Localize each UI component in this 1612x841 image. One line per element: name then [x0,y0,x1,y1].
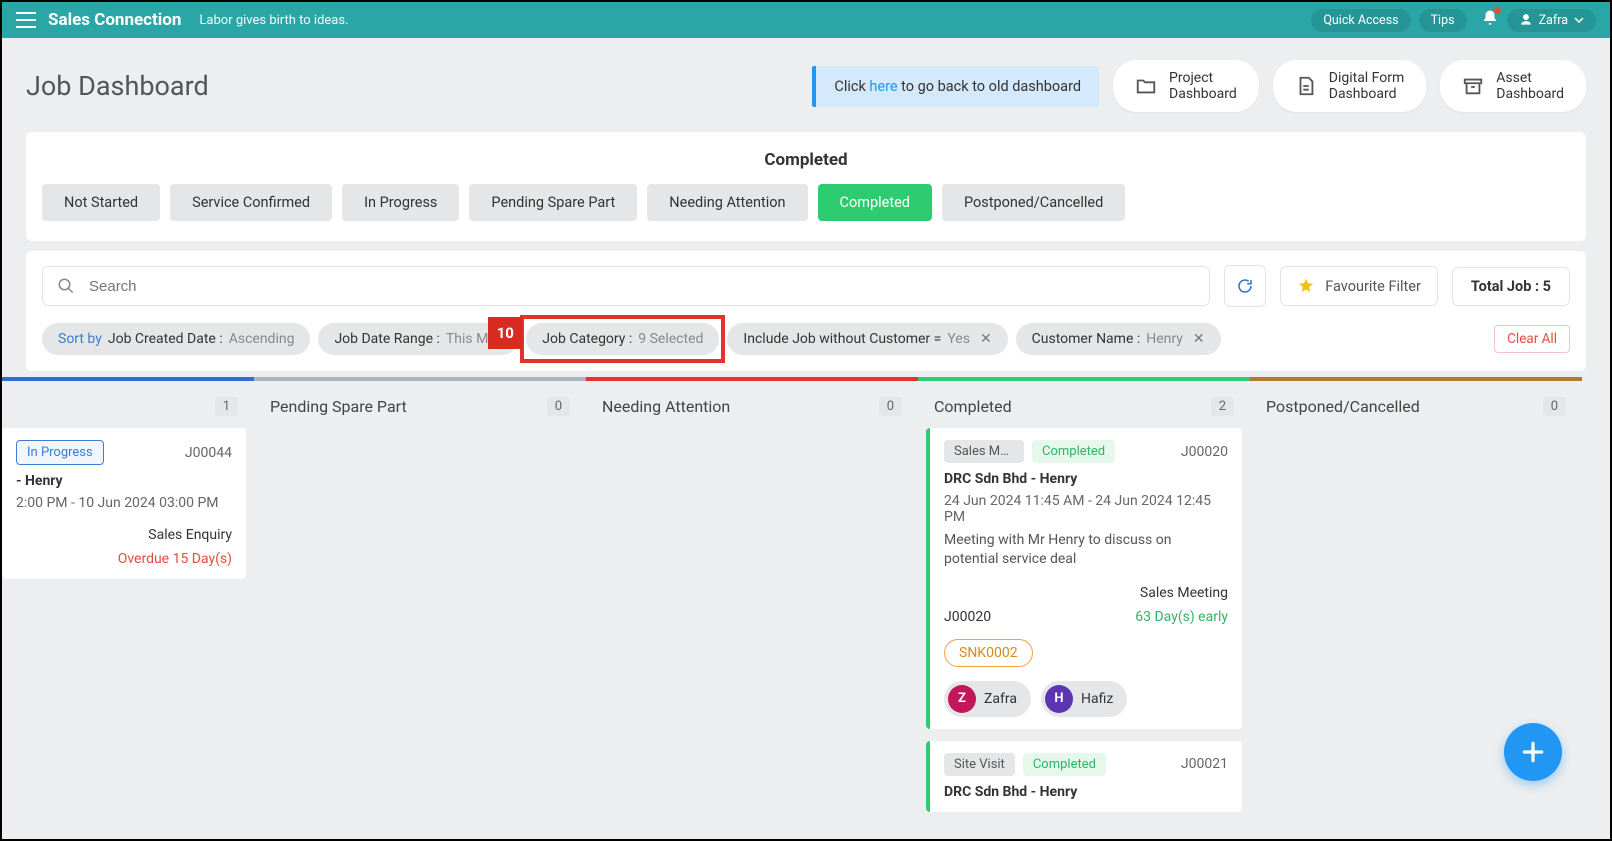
remove-chip-icon[interactable]: ✕ [980,331,992,347]
refresh-icon [1236,277,1254,295]
asset-dashboard-button[interactable]: AssetDashboard [1440,60,1586,112]
document-icon [1295,75,1317,97]
tips-button[interactable]: Tips [1419,9,1467,32]
search-box[interactable] [42,266,1210,306]
here-link[interactable]: here [869,78,897,95]
job-datetime: 24 Jun 2024 11:45 AM - 24 Jun 2024 12:45… [944,493,1228,525]
job-company: DRC Sdn Bhd - Henry [944,784,1228,800]
status-panel: Completed Not Started Service Confirmed In… [26,132,1586,241]
search-input[interactable] [89,278,1195,295]
plus-icon [1520,739,1546,765]
panel-title: Completed [42,150,1570,170]
job-company: - Henry [16,473,232,489]
project-dashboard-button[interactable]: ProjectDashboard [1113,60,1259,112]
job-category-chip[interactable]: Job Category : 9 Selected [526,323,719,355]
brand-title[interactable]: Sales Connection [48,10,181,30]
assignee-chip[interactable]: HHafiz [1041,681,1127,717]
column-title: Needing Attention [602,397,730,416]
user-name: Zafra [1539,13,1568,28]
search-icon [57,277,75,295]
star-icon [1297,277,1315,295]
category-badge: Sales Me… [944,440,1024,463]
status-tabs: Not Started Service Confirmed In Progress P… [42,184,1570,221]
tab-not-started[interactable]: Not Started [42,184,160,221]
remove-chip-icon[interactable]: ✕ [1193,331,1205,347]
tab-postponed-cancelled[interactable]: Postponed/Cancelled [942,184,1125,221]
column-needing-attention: Needing Attention 0 [586,377,918,824]
tagline-text: Labor gives birth to ideas. [199,13,348,28]
column-count: 0 [547,397,570,416]
early-text: 63 Day(s) early [1135,609,1228,625]
tab-needing-attention[interactable]: Needing Attention [647,184,807,221]
filter-panel: Favourite Filter Total Job : 5 Sort by J… [26,251,1586,371]
column-title: Completed [934,397,1012,416]
job-datetime: 2:00 PM - 10 Jun 2024 03:00 PM [16,495,232,511]
refresh-button[interactable] [1224,265,1266,307]
customer-name-chip[interactable]: Customer Name : Henry ✕ [1016,323,1221,355]
tab-completed[interactable]: Completed [818,184,932,221]
tab-service-confirmed[interactable]: Service Confirmed [170,184,332,221]
notification-bell-icon[interactable] [1481,9,1499,31]
avatar: H [1045,685,1073,713]
tag-pill[interactable]: SNK0002 [944,639,1033,667]
overdue-text: Overdue 15 Day(s) [118,551,232,567]
status-badge: Completed [1032,440,1115,463]
job-number: J00020 [1181,444,1228,460]
tab-pending-spare-part[interactable]: Pending Spare Part [469,184,637,221]
column-title: Pending Spare Part [270,397,407,416]
folder-icon [1135,75,1157,97]
notification-dot [1494,7,1501,14]
job-number: J00021 [1181,756,1228,772]
top-bar: Sales Connection Labor gives birth to id… [2,2,1610,38]
sort-chip[interactable]: Sort by Job Created Date : Ascending [42,323,310,355]
job-category: Sales Enquiry [118,527,232,543]
column-title: Postponed/Cancelled [1266,397,1420,416]
job-description: Meeting with Mr Henry to discuss on pote… [944,531,1228,569]
job-card[interactable]: Site Visit Completed J00021 DRC Sdn Bhd … [926,741,1242,812]
column-count: 0 [879,397,902,416]
column-in-progress: 1 In Progress J00044 - Henry 2:00 PM - 1… [2,377,254,824]
avatar: Z [948,685,976,713]
total-job-box: Total Job : 5 [1452,267,1570,306]
column-count: 0 [1543,397,1566,416]
column-count: 2 [1211,397,1234,416]
assignee-chip[interactable]: ZZafra [944,681,1031,717]
column-pending-spare-part: Pending Spare Part 0 [254,377,586,824]
status-badge: In Progress [16,440,104,465]
favourite-filter-button[interactable]: Favourite Filter [1280,266,1438,306]
user-menu[interactable]: Zafra [1507,9,1596,32]
category-badge: Site Visit [944,753,1015,776]
digital-form-dashboard-button[interactable]: Digital FormDashboard [1273,60,1427,112]
menu-icon[interactable] [16,12,36,28]
chevron-down-icon [1574,15,1584,25]
tab-in-progress[interactable]: In Progress [342,184,459,221]
column-count: 1 [215,397,238,416]
job-category: Sales Meeting [1135,585,1228,601]
old-dashboard-banner: Click here to go back to old dashboard [812,66,1099,107]
job-ref: J00020 [944,609,991,625]
job-company: DRC Sdn Bhd - Henry [944,471,1228,487]
job-number: J00044 [185,445,232,461]
status-badge: Completed [1023,753,1106,776]
callout-number: 10 [488,317,522,349]
page-title: Job Dashboard [26,70,209,102]
clear-all-button[interactable]: Clear All [1494,325,1570,353]
include-no-customer-chip[interactable]: Include Job without Customer = Yes ✕ [727,323,1007,355]
quick-access-button[interactable]: Quick Access [1311,9,1410,32]
archive-icon [1462,75,1484,97]
column-completed: Completed 2 Sales Me… Completed J00020 DR… [918,377,1250,824]
job-card[interactable]: In Progress J00044 - Henry 2:00 PM - 10 … [2,428,246,579]
job-card[interactable]: Sales Me… Completed J00020 DRC Sdn Bhd -… [926,428,1242,729]
add-job-fab[interactable] [1504,723,1562,781]
